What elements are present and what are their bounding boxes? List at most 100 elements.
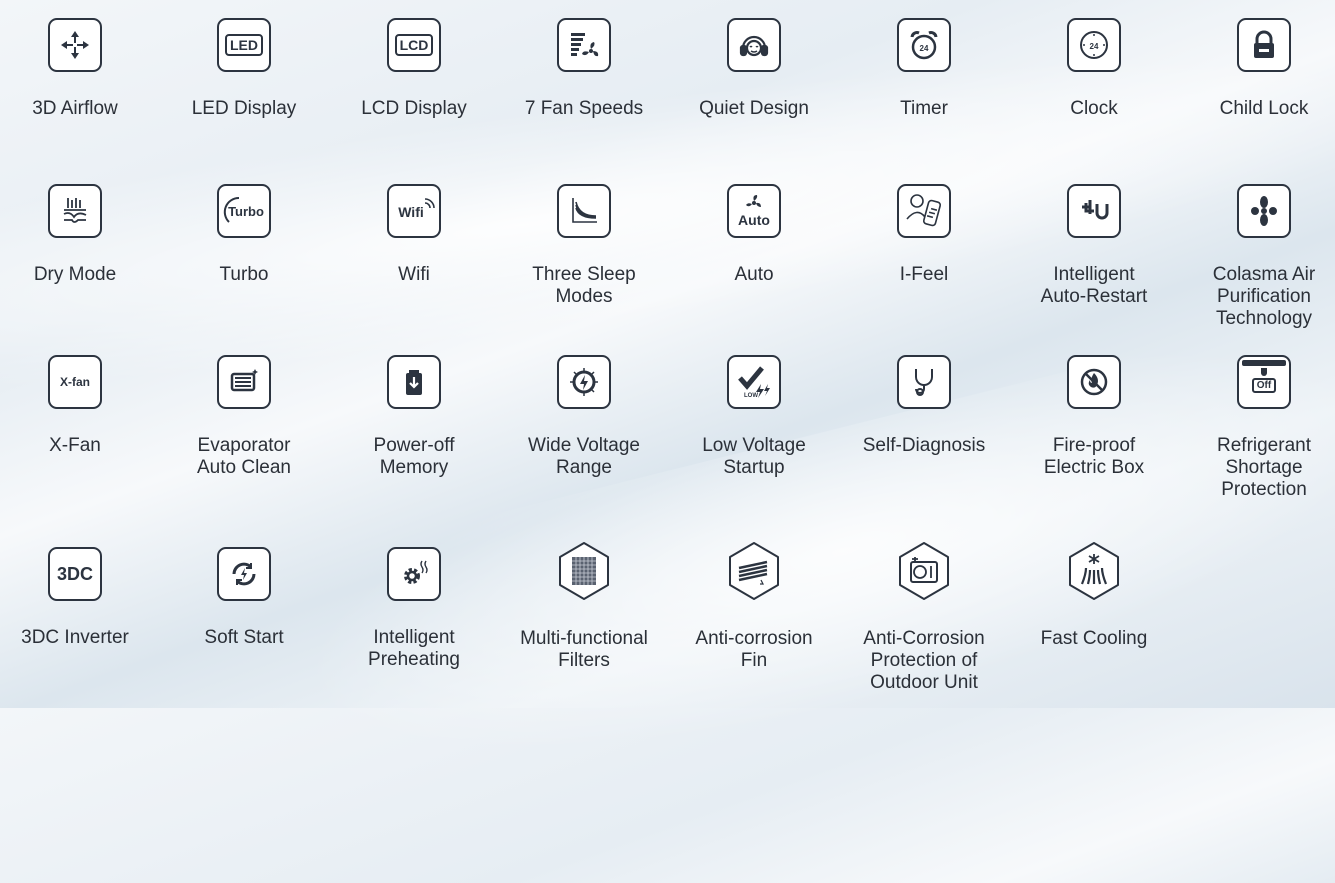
feature-led-display: LED LED Display xyxy=(159,18,329,120)
feature-label: 3D Airflow xyxy=(32,98,118,119)
feature-auto: Auto Auto xyxy=(669,184,839,286)
lcd-text: LCD xyxy=(394,34,434,56)
dry-mode-icon xyxy=(48,184,102,238)
feature-label: Anti-corrosion Fin xyxy=(695,628,813,671)
low-voltage-icon: LOW xyxy=(727,355,781,409)
feature-soft-start: Soft Start xyxy=(159,547,329,649)
feature-refrigerant-shortage-protection: Off Refrigerant Shortage Protection xyxy=(1179,355,1335,501)
feature-label: Power-off Memory xyxy=(373,435,455,478)
feature-label: Self-Diagnosis xyxy=(862,435,986,456)
feature-multi-functional-filters: Multi-functional Filters xyxy=(499,540,669,672)
filter-icon xyxy=(553,540,615,602)
quiet-icon xyxy=(727,18,781,72)
feature-label: Refrigerant Shortage Protection xyxy=(1217,435,1311,500)
feature-wifi: Wifi Wifi xyxy=(329,184,499,286)
feature-fire-proof-electric-box: Fire-proof Electric Box xyxy=(1009,355,1179,479)
feature-label: Clock xyxy=(1070,98,1118,119)
feature-wide-voltage-range: Wide Voltage Range xyxy=(499,355,669,479)
xfan-text: X-fan xyxy=(60,375,90,389)
feature-label: Three Sleep Modes xyxy=(532,264,636,307)
feature-turbo: Turbo Turbo xyxy=(159,184,329,286)
feature-label: X-Fan xyxy=(49,435,101,456)
fin-icon xyxy=(723,540,785,602)
outdoor-unit-icon xyxy=(893,540,955,602)
feature-label: Auto xyxy=(734,264,774,285)
feature-label: Low Voltage Startup xyxy=(702,435,806,478)
feature-label: 3DC Inverter xyxy=(21,627,129,648)
feature-child-lock: Child Lock xyxy=(1179,18,1335,120)
lock-icon xyxy=(1237,18,1291,72)
feature-intelligent-auto-restart: Intelligent Auto-Restart xyxy=(1009,184,1179,308)
3dc-icon: 3DC xyxy=(48,547,102,601)
feature-label: 7 Fan Speeds xyxy=(524,98,644,119)
feature-low-voltage-startup: LOW Low Voltage Startup xyxy=(669,355,839,479)
feature-label: LED Display xyxy=(191,98,297,119)
feature-7-fan-speeds: 7 Fan Speeds xyxy=(499,18,669,120)
led-text: LED xyxy=(225,34,263,56)
feature-label: Multi-functional Filters xyxy=(520,628,648,671)
feature-label: LCD Display xyxy=(361,98,467,119)
feature-label: Child Lock xyxy=(1219,98,1309,119)
evaporator-icon xyxy=(217,355,271,409)
feature-3d-airflow: 3D Airflow xyxy=(0,18,160,120)
timer-24-text: 24 xyxy=(920,44,929,53)
feature-timer: 24 Timer xyxy=(839,18,1009,120)
off-text: Off xyxy=(1251,378,1277,393)
clock-icon: 24 xyxy=(1067,18,1121,72)
airflow-icon xyxy=(48,18,102,72)
feature-intelligent-preheating: Intelligent Preheating xyxy=(329,547,499,671)
feature-label: Fast Cooling xyxy=(1040,628,1148,649)
feature-power-off-memory: Power-off Memory xyxy=(329,355,499,479)
voltage-range-icon xyxy=(557,355,611,409)
feature-fast-cooling: Fast Cooling xyxy=(1009,540,1179,650)
remote-person-icon xyxy=(897,184,951,238)
restart-plug-icon xyxy=(1067,184,1121,238)
alarm-clock-icon: 24 xyxy=(897,18,951,72)
sleep-curve-icon xyxy=(557,184,611,238)
feature-label: Intelligent Auto-Restart xyxy=(1040,264,1148,307)
preheat-gear-icon xyxy=(387,547,441,601)
feature-label: Timer xyxy=(900,98,948,119)
lcd-icon: LCD xyxy=(387,18,441,72)
feature-label: Dry Mode xyxy=(33,264,117,285)
feature-label: Evaporator Auto Clean xyxy=(196,435,291,478)
feature-anti-corrosion-fin: Anti-corrosion Fin xyxy=(669,540,839,672)
fire-icon xyxy=(1067,355,1121,409)
feature-x-fan: X-fan X-Fan xyxy=(0,355,160,457)
feature-dry-mode: Dry Mode xyxy=(0,184,160,286)
purifier-icon xyxy=(1237,184,1291,238)
stethoscope-icon xyxy=(897,355,951,409)
auto-fan-icon: Auto xyxy=(727,184,781,238)
feature-lcd-display: LCD LCD Display xyxy=(329,18,499,120)
feature-evaporator-auto-clean: Evaporator Auto Clean xyxy=(159,355,329,479)
turbo-icon: Turbo xyxy=(217,184,271,238)
feature-label: Fire-proof Electric Box xyxy=(1043,435,1145,478)
feature-colasma: Colasma Air Purification Technology xyxy=(1179,184,1335,330)
feature-label: Wide Voltage Range xyxy=(528,435,640,478)
refrigerant-off-icon: Off xyxy=(1237,355,1291,409)
feature-3dc-inverter: 3DC 3DC Inverter xyxy=(0,547,160,649)
feature-label: Quiet Design xyxy=(699,98,809,119)
low-text: LOW xyxy=(744,393,758,399)
fan-speeds-icon xyxy=(557,18,611,72)
feature-label: Intelligent Preheating xyxy=(368,627,460,670)
soft-start-icon xyxy=(217,547,271,601)
feature-three-sleep-modes: Three Sleep Modes xyxy=(499,184,669,308)
battery-icon xyxy=(387,355,441,409)
3dc-text: 3DC xyxy=(56,563,93,584)
turbo-text: Turbo xyxy=(228,204,264,219)
feature-label: Anti-Corrosion Protection of Outdoor Uni… xyxy=(863,628,985,693)
feature-anti-corrosion-outdoor: Anti-Corrosion Protection of Outdoor Uni… xyxy=(839,540,1009,694)
clock-24-text: 24 xyxy=(1090,42,1099,51)
fast-cooling-icon xyxy=(1063,540,1125,602)
feature-label: Soft Start xyxy=(204,627,284,648)
led-icon: LED xyxy=(217,18,271,72)
feature-label: Turbo xyxy=(219,264,269,285)
feature-i-feel: I-Feel xyxy=(839,184,1009,286)
feature-label: Wifi xyxy=(398,264,430,285)
feature-clock: 24 Clock xyxy=(1009,18,1179,120)
wifi-text: Wifi xyxy=(398,204,424,220)
feature-quiet-design: Quiet Design xyxy=(669,18,839,120)
xfan-icon: X-fan xyxy=(48,355,102,409)
auto-text: Auto xyxy=(738,212,770,228)
